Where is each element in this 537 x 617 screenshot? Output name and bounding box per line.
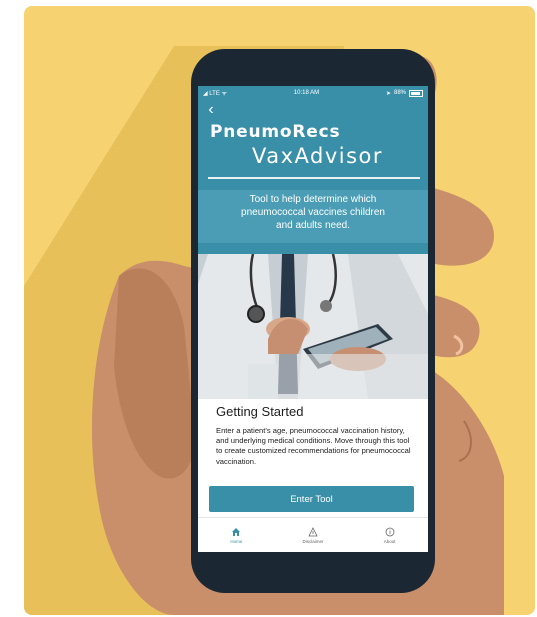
- tab-home[interactable]: Home: [198, 518, 275, 552]
- wifi-icon: ᯤ: [221, 91, 227, 97]
- nav-bar: ‹: [198, 100, 428, 122]
- tab-about[interactable]: About: [351, 518, 428, 552]
- tab-bar: Home Disclaimer About: [198, 517, 428, 552]
- section-body: Enter a patient's age, pneumococcal vacc…: [216, 426, 411, 466]
- battery-icon: [409, 89, 423, 97]
- tagline: Tool to help determine which pneumococca…: [198, 190, 428, 243]
- tagline-text: Tool to help determine which pneumococca…: [241, 194, 385, 231]
- location-icon: ➤: [385, 90, 391, 97]
- status-carrier: ◢ LTE ᯤ: [203, 91, 227, 97]
- header-divider: [208, 177, 420, 179]
- app-subtitle: VaxAdvisor: [252, 144, 384, 168]
- phone-frame: ◢ LTE ᯤ 10:18 AM ➤ 88% ‹ PneumoRecs VaxA…: [191, 49, 435, 593]
- battery-percent: 88%: [393, 90, 406, 96]
- status-time: 10:18 AM: [293, 90, 320, 96]
- section-title: Getting Started: [216, 404, 304, 419]
- tab-disclaimer[interactable]: Disclaimer: [275, 518, 352, 552]
- warning-icon: [308, 526, 318, 536]
- status-bar: ◢ LTE ᯤ 10:18 AM ➤ 88%: [198, 86, 428, 100]
- tab-about-label: About: [383, 538, 396, 544]
- home-icon: [232, 527, 241, 536]
- status-right: ➤ 88%: [385, 89, 423, 97]
- app-screen: ◢ LTE ᯤ 10:18 AM ➤ 88% ‹ PneumoRecs VaxA…: [198, 86, 428, 552]
- enter-tool-button[interactable]: Enter Tool: [209, 486, 414, 512]
- doctor-photo: [198, 254, 428, 399]
- promo-card: ◢ LTE ᯤ 10:18 AM ➤ 88% ‹ PneumoRecs VaxA…: [24, 6, 535, 615]
- app-name: PneumoRecs: [210, 122, 341, 142]
- back-chevron-icon[interactable]: ‹: [202, 100, 220, 122]
- tab-disclaimer-label: Disclaimer: [302, 538, 324, 544]
- tab-home-label: Home: [230, 538, 243, 544]
- info-icon: [385, 527, 395, 536]
